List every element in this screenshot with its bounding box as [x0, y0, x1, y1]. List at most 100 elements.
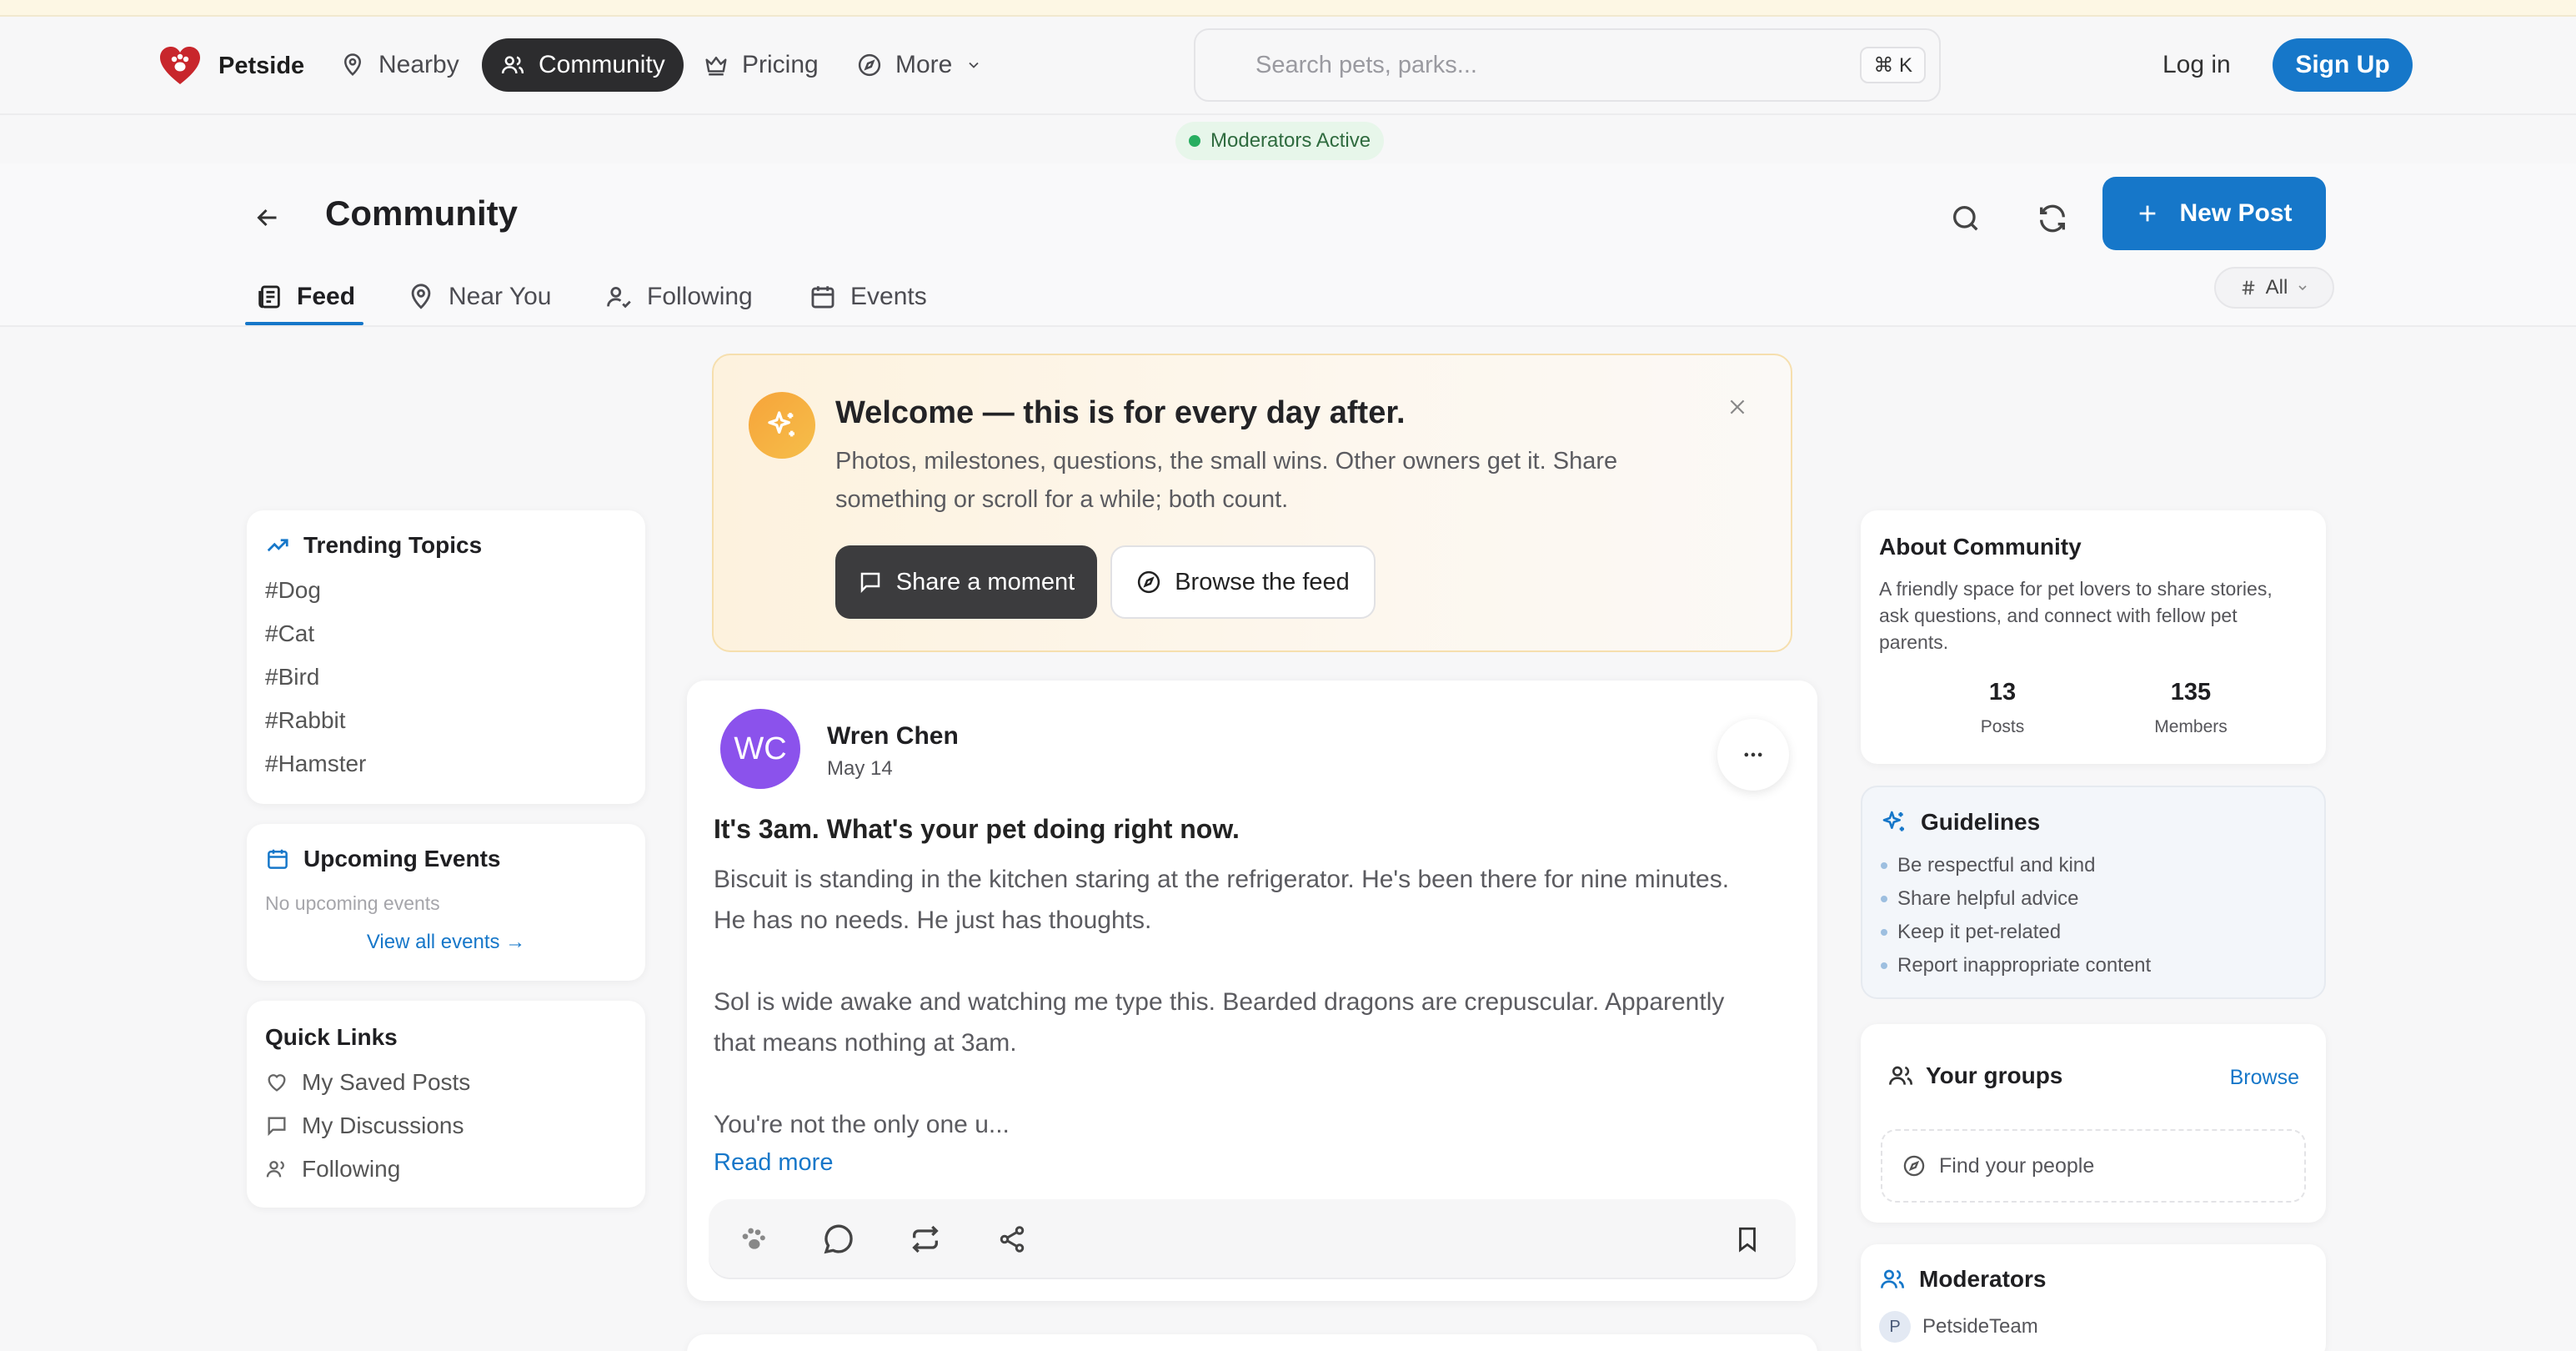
chevron-down-icon	[2296, 281, 2309, 294]
plus-icon	[2136, 202, 2159, 225]
login-button[interactable]: Log in	[2151, 38, 2243, 92]
welcome-banner: Welcome — this is for every day after. P…	[712, 354, 1792, 652]
next-post-card	[687, 1334, 1817, 1351]
logo-text: Petside	[218, 52, 305, 79]
browse-groups-link[interactable]: Browse	[2230, 1066, 2299, 1090]
bullet-dot	[1881, 962, 1887, 969]
new-post-button[interactable]: New Post	[2102, 177, 2326, 250]
users-icon	[1887, 1062, 1914, 1089]
moderators-active-badge: Moderators Active	[1175, 122, 1385, 160]
arrow-left-icon	[253, 203, 283, 233]
guidelines-card: Guidelines Be respectful and kind Share …	[1861, 786, 2326, 999]
refresh-button[interactable]	[2029, 195, 2076, 242]
posts-label: Posts	[1980, 717, 2025, 736]
tab-events[interactable]: Events	[809, 272, 927, 322]
about-text: A friendly space for pet lovers to share…	[1879, 578, 2273, 653]
trending-up-icon	[265, 533, 290, 558]
filter-label: All	[2265, 276, 2288, 299]
trending-topic-link[interactable]: #Rabbit	[265, 707, 346, 734]
notice-strip	[0, 0, 2576, 17]
bookmark-icon	[1733, 1225, 1762, 1253]
search-box: ⌘ K	[1194, 28, 1941, 102]
search-input[interactable]	[1255, 30, 1822, 100]
tab-following[interactable]: Following	[605, 272, 753, 322]
view-all-events-link[interactable]: View all events →	[247, 931, 645, 954]
post-options-button[interactable]	[1717, 719, 1789, 791]
bullet-dot	[1881, 929, 1887, 936]
groups-title: Your groups	[1926, 1062, 2063, 1088]
newspaper-icon	[255, 283, 283, 311]
browse-feed-button[interactable]: Browse the feed	[1110, 545, 1376, 619]
react-paw-button[interactable]	[734, 1219, 774, 1259]
trending-topic-link[interactable]: #Cat	[265, 620, 314, 647]
moderator-name: PetsideTeam	[1922, 1315, 2038, 1338]
compass-icon	[857, 53, 882, 78]
guideline-item: Share helpful advice	[1881, 887, 2078, 911]
tab-feed[interactable]: Feed	[255, 272, 355, 322]
nav-item-pricing[interactable]: Pricing	[685, 38, 837, 92]
share-button[interactable]	[992, 1219, 1032, 1259]
bullet-dot	[1881, 862, 1887, 869]
hash-icon	[2239, 279, 2258, 297]
calendar-icon	[809, 283, 837, 311]
message-circle-icon	[822, 1223, 855, 1256]
paw-icon	[737, 1223, 770, 1256]
compass-icon	[1136, 570, 1161, 595]
share-icon	[997, 1224, 1027, 1254]
comment-button[interactable]	[819, 1219, 859, 1259]
nav-item-label: Community	[539, 51, 665, 78]
nav-item-community[interactable]: Community	[482, 38, 684, 92]
tab-label: Events	[850, 283, 927, 310]
tab-label: Following	[647, 283, 753, 310]
trending-topic-link[interactable]: #Bird	[265, 664, 319, 691]
share-moment-button[interactable]: Share a moment	[835, 545, 1097, 619]
quick-link-following[interactable]: Following	[265, 1156, 400, 1183]
signup-button[interactable]: Sign Up	[2273, 38, 2413, 92]
active-tab-indicator	[245, 322, 363, 325]
nav-item-nearby[interactable]: Nearby	[322, 38, 478, 92]
tab-label: Near You	[449, 283, 552, 310]
read-more-link[interactable]: Read more	[714, 1149, 833, 1177]
events-title: Upcoming Events	[303, 846, 501, 871]
repeat-icon	[909, 1223, 942, 1256]
chevron-down-icon	[965, 57, 982, 73]
close-welcome-button[interactable]	[1722, 392, 1752, 422]
about-community-card: About Community A friendly space for pet…	[1861, 510, 2326, 764]
map-pin-icon	[340, 53, 365, 78]
quick-link-label: My Discussions	[302, 1112, 464, 1138]
search-shortcut-hint: ⌘ K	[1860, 47, 1926, 83]
search-button[interactable]	[1942, 195, 1989, 242]
trending-topic-link[interactable]: #Dog	[265, 577, 321, 604]
find-your-people-button[interactable]: Find your people	[1881, 1129, 2306, 1203]
quick-links-title: Quick Links	[265, 1024, 398, 1050]
nav-item-label: Nearby	[378, 51, 459, 78]
quick-link-label: My Saved Posts	[302, 1069, 471, 1095]
quick-link-saved-posts[interactable]: My Saved Posts	[265, 1069, 470, 1096]
post-paragraph: Sol is wide awake and watching me type t…	[714, 988, 1725, 1057]
back-button[interactable]	[247, 197, 288, 239]
nav-item-label: More	[895, 51, 953, 78]
members-label: Members	[2154, 717, 2228, 736]
topic-filter-dropdown[interactable]: All	[2214, 267, 2334, 309]
repost-button[interactable]	[905, 1219, 945, 1259]
logo[interactable]: Petside	[157, 42, 304, 90]
tab-near-you[interactable]: Near You	[407, 272, 551, 322]
welcome-text: Photos, milestones, questions, the small…	[835, 448, 1618, 513]
moderator-row[interactable]: P PetsideTeam	[1879, 1311, 2038, 1343]
search-icon	[1949, 202, 1982, 235]
avatar[interactable]: WC	[720, 709, 800, 789]
quick-link-discussions[interactable]: My Discussions	[265, 1112, 464, 1139]
trending-topics-card: Trending Topics #Dog #Cat #Bird #Rabbit …	[247, 510, 645, 804]
bookmark-button[interactable]	[1727, 1219, 1767, 1259]
your-groups-card: Your groups Browse Find your people	[1861, 1024, 2326, 1223]
post-author[interactable]: Wren Chen	[827, 722, 959, 751]
users-icon	[500, 53, 525, 78]
guideline-item: Keep it pet-related	[1881, 921, 2061, 944]
nav-item-more[interactable]: More	[839, 38, 1000, 92]
users-icon	[265, 1158, 288, 1181]
upcoming-events-card: Upcoming Events No upcoming events View …	[247, 824, 645, 981]
sparkles-icon	[749, 392, 815, 459]
guideline-item: Be respectful and kind	[1881, 854, 2095, 877]
trending-topic-link[interactable]: #Hamster	[265, 751, 366, 777]
post-date: May 14	[827, 757, 893, 780]
